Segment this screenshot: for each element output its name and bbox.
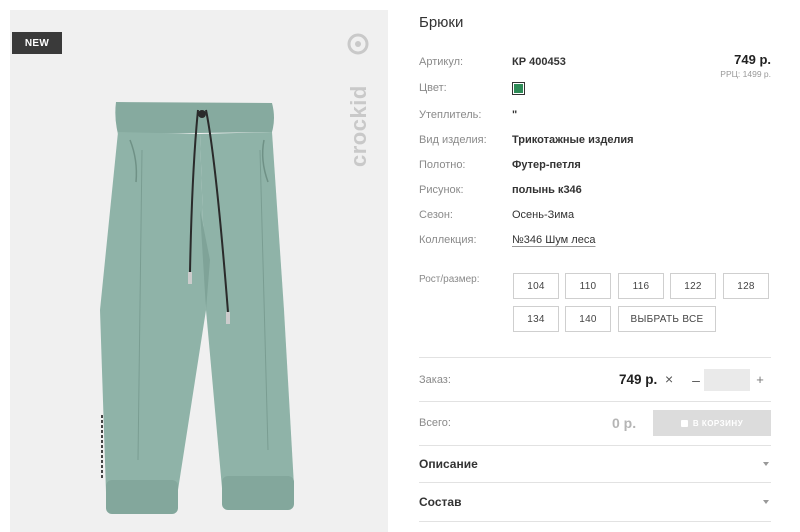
svg-text:crockid: crockid	[346, 85, 370, 167]
spec-label: Коллекция:	[419, 234, 477, 246]
quantity-minus-button[interactable]: –	[689, 370, 703, 390]
spec-row-pattern: Рисунок: полынь к346	[419, 182, 582, 198]
divider	[419, 521, 771, 522]
size-label: Рост/размер:	[419, 274, 480, 285]
size-button-140[interactable]: 140	[565, 306, 611, 332]
accordion-description[interactable]: Описание	[419, 454, 771, 474]
spec-row-color: Цвет:	[419, 80, 525, 96]
add-to-cart-button[interactable]: В КОРЗИНУ	[653, 410, 771, 436]
brand-logo: crockid	[346, 33, 370, 167]
spec-label: Сезон:	[419, 209, 453, 221]
spec-value: "	[512, 109, 518, 121]
times-icon: ×	[665, 371, 674, 387]
pants-illustration	[100, 102, 294, 514]
spec-value: Трикотажные изделия	[512, 134, 634, 146]
chevron-down-icon	[763, 500, 769, 504]
order-label: Заказ:	[419, 374, 451, 386]
recommended-price: РРЦ: 1499 р.	[720, 69, 771, 79]
spec-row-collection: Коллекция: №346 Шум леса	[419, 232, 595, 248]
product-image[interactable]: NEW crockid	[10, 10, 388, 532]
spec-label: Полотно:	[419, 159, 466, 171]
size-button-110[interactable]: 110	[565, 273, 611, 299]
spec-row-insulation: Утеплитель: "	[419, 107, 517, 123]
spec-row-sku: Артикул: КР 400453	[419, 54, 566, 70]
new-badge: NEW	[12, 32, 62, 54]
divider	[419, 401, 771, 402]
spec-value: КР 400453	[512, 56, 566, 68]
spec-label: Вид изделия:	[419, 134, 487, 146]
spec-label: Рисунок:	[419, 184, 464, 196]
spec-label: Цвет:	[419, 82, 447, 94]
divider	[419, 357, 771, 358]
total-value: 0 р.	[612, 415, 637, 431]
spec-row-type: Вид изделия: Трикотажные изделия	[419, 132, 634, 148]
size-button-116[interactable]: 116	[618, 273, 664, 299]
bag-icon	[680, 419, 688, 427]
spec-row-fabric: Полотно: Футер-петля	[419, 157, 581, 173]
size-button-134[interactable]: 134	[513, 306, 559, 332]
collection-link[interactable]: №346 Шум леса	[512, 234, 595, 246]
total-label: Всего:	[419, 417, 451, 429]
product-info-panel: Брюки Артикул: КР 400453 Цвет: Утеплител…	[419, 0, 771, 532]
accordion-title: Состав	[419, 495, 462, 509]
add-to-cart-label: В КОРЗИНУ	[692, 418, 744, 428]
divider	[419, 445, 771, 446]
quantity-plus-button[interactable]: +	[753, 370, 767, 390]
select-all-sizes-button[interactable]: ВЫБРАТЬ ВСЕ	[618, 306, 716, 332]
accordion-composition[interactable]: Состав	[419, 492, 771, 512]
accordion-title: Описание	[419, 457, 478, 471]
chevron-down-icon	[763, 462, 769, 466]
spec-row-season: Сезон: Осень-Зима	[419, 207, 574, 223]
color-swatch[interactable]	[512, 81, 525, 95]
spec-value: полынь к346	[512, 184, 582, 196]
spec-label: Артикул:	[419, 56, 464, 68]
spec-label: Утеплитель:	[419, 109, 482, 121]
product-title: Брюки	[419, 14, 464, 31]
spec-value: Осень-Зима	[512, 209, 575, 221]
product-price: 749 р.	[734, 52, 771, 67]
size-button-128[interactable]: 128	[723, 273, 769, 299]
quantity-input[interactable]	[704, 369, 750, 391]
size-button-104[interactable]: 104	[513, 273, 559, 299]
divider	[419, 482, 771, 483]
spec-value: Футер-петля	[512, 159, 581, 171]
order-price: 749 р.	[619, 372, 658, 387]
size-button-122[interactable]: 122	[670, 273, 716, 299]
